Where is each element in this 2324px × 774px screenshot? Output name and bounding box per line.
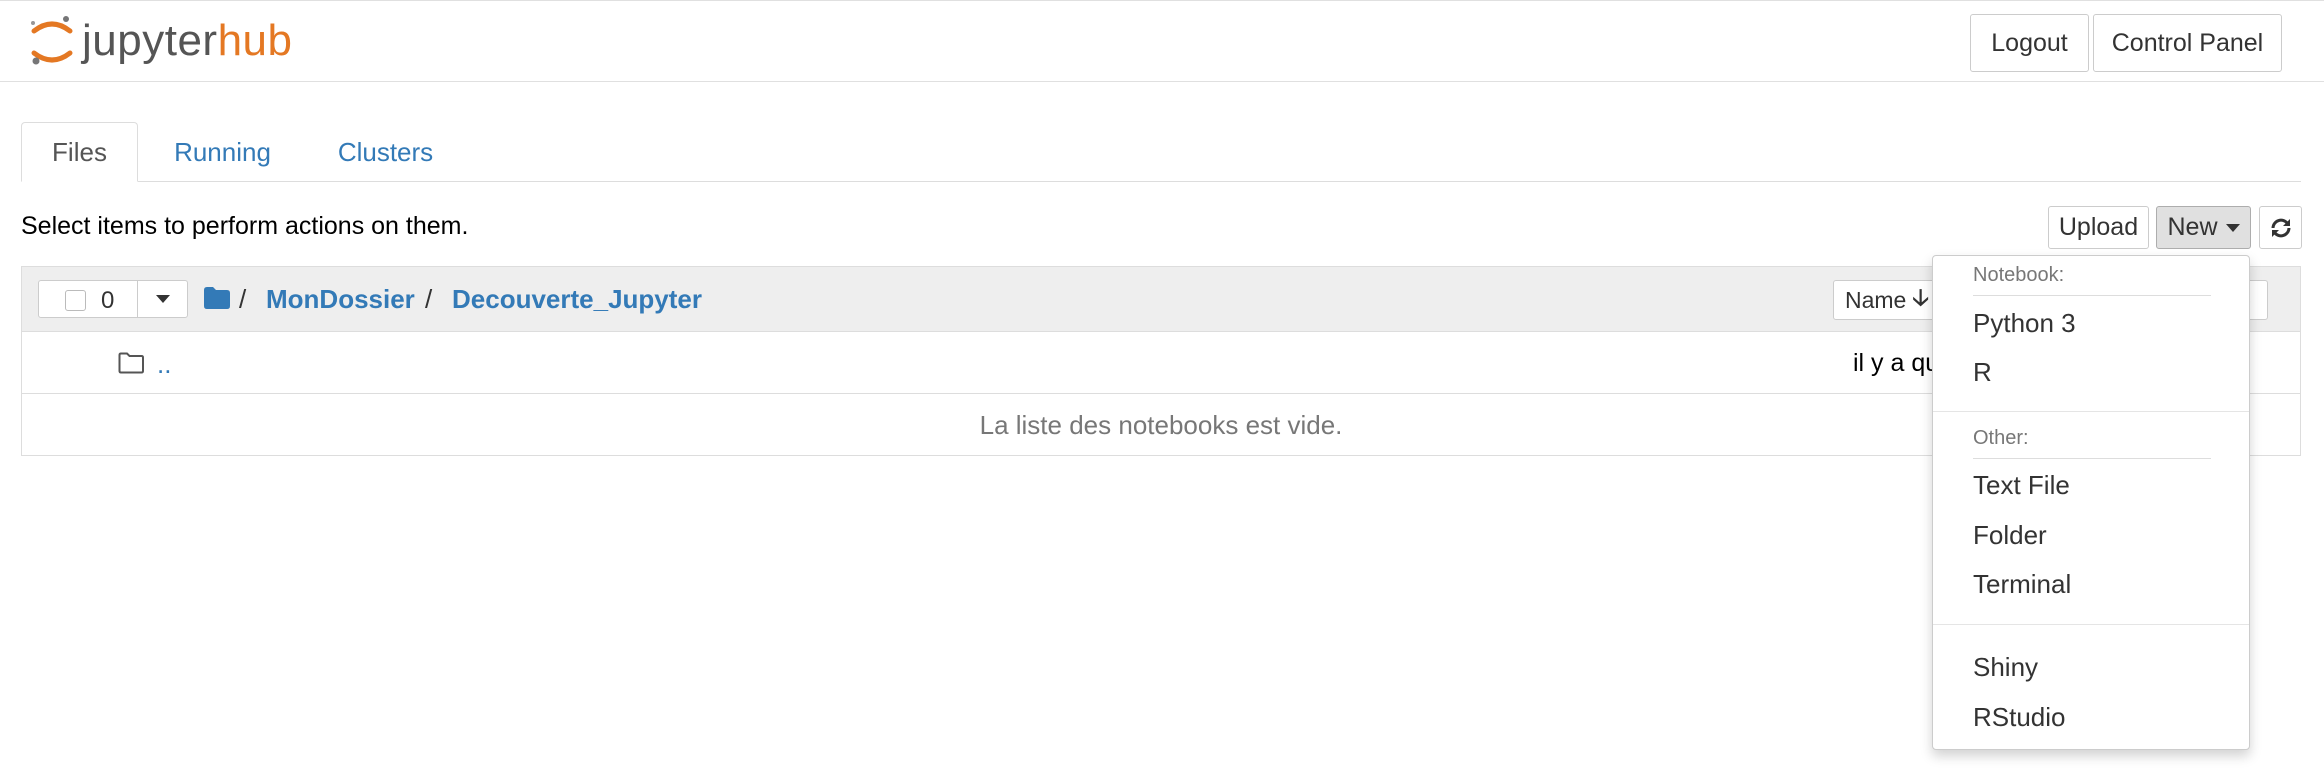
selection-hint: Select items to perform actions on them. [21,212,469,240]
select-all-group: 0 [38,280,188,318]
tab-clusters[interactable]: Clusters [318,122,453,182]
refresh-icon [2271,218,2290,237]
top-navbar: jupyterhub Logout Control Panel [0,0,2324,82]
menu-divider [1933,411,2249,412]
menu-item-python3[interactable]: Python 3 [1973,308,2076,339]
menu-item-text-file[interactable]: Text File [1973,470,2070,501]
folder-open-icon [118,352,144,374]
header-rule [1973,458,2211,459]
notebook-header: Notebook: [1973,264,2065,286]
folder-icon[interactable] [204,287,230,309]
menu-item-rstudio[interactable]: RStudio [1973,702,2066,733]
breadcrumb-mondossier[interactable]: MonDossier [266,284,415,315]
caret-down-icon [2225,223,2240,232]
empty-list-message: La liste des notebooks est vide. [979,409,1343,440]
logo-text-jupyter: jupyter [82,16,218,65]
jupyter-logo-icon [31,16,73,65]
sort-by-name-button[interactable]: Name 🡣 [1833,280,1943,320]
menu-item-folder[interactable]: Folder [1973,520,2047,551]
tab-running[interactable]: Running [150,122,295,182]
breadcrumb-separator: / [239,284,247,314]
menu-item-r[interactable]: R [1973,357,1992,388]
selected-count: 0 [101,287,115,314]
caret-down-icon [156,295,170,303]
select-menu-dropdown[interactable] [138,281,188,317]
new-dropdown-menu: Notebook: Python 3 R Other: Text File Fo… [1932,255,2250,750]
select-all-checkbox[interactable] [65,290,86,311]
parent-dir-modified: il y a qu [1853,349,1940,377]
breadcrumb-separator: / [425,284,433,314]
control-panel-button[interactable]: Control Panel [2093,14,2282,72]
jupyterhub-logo[interactable]: jupyterhub [28,13,293,69]
upload-button[interactable]: Upload [2048,206,2149,249]
breadcrumb-decouverte-jupyter[interactable]: Decouverte_Jupyter [452,284,702,315]
menu-item-terminal[interactable]: Terminal [1973,569,2071,600]
header-rule [1973,295,2211,296]
logout-button[interactable]: Logout [1970,14,2089,72]
parent-dir-link[interactable]: .. [157,349,171,380]
arrow-down-icon: 🡣 [1912,283,1929,310]
logo-text-hub: hub [217,16,293,65]
menu-item-shiny[interactable]: Shiny [1973,652,2038,683]
new-button[interactable]: New [2156,206,2251,249]
tab-files[interactable]: Files [21,122,138,182]
menu-divider [1933,624,2249,625]
refresh-button[interactable] [2259,206,2302,249]
new-button-label: New [2167,213,2218,241]
sort-name-label: Name [1845,286,1907,313]
other-header: Other: [1973,427,2029,449]
